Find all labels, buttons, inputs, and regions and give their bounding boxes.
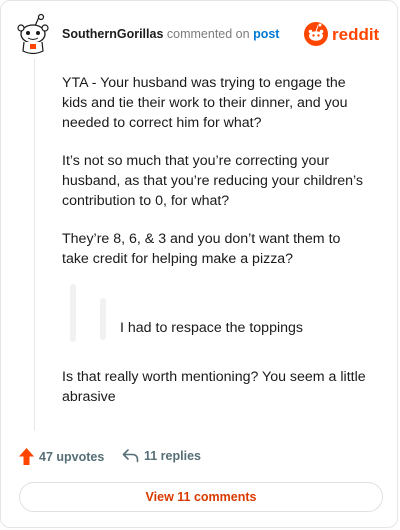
commented-on-text: commented on: [166, 27, 250, 41]
comment-paragraph: They’re 8, 6, & 3 and you don’t want the…: [62, 231, 341, 267]
reddit-logo[interactable]: reddit: [303, 19, 381, 49]
upvote-arrow-icon: [19, 448, 34, 465]
thread-line[interactable]: [34, 59, 35, 431]
view-comments-button[interactable]: View 11 comments: [19, 482, 383, 512]
quote-bar: [70, 284, 76, 342]
comment-header: SouthernGorillas commented on post reddi…: [15, 13, 383, 55]
post-link[interactable]: post: [253, 27, 279, 41]
avatar[interactable]: [15, 13, 53, 57]
comment-paragraph: YTA - Your husband was trying to engage …: [62, 75, 348, 131]
blockquote: I had to respace the toppings: [62, 284, 362, 354]
comment-closing: Is that really worth mentioning? You see…: [62, 369, 366, 405]
comment-paragraph: It’s not so much that you’re correcting …: [62, 153, 364, 209]
comment-meta: SouthernGorillas commented on post: [62, 27, 279, 41]
quote-text: I had to respace the toppings: [120, 320, 303, 336]
replies-count: 11 replies: [144, 448, 201, 463]
comment-body: YTA - Your husband was trying to engage …: [62, 73, 367, 287]
comment-card: SouthernGorillas commented on post reddi…: [0, 0, 398, 528]
reply-arrow-icon: [122, 449, 139, 463]
brand-wordmark: reddit: [332, 25, 380, 44]
replies-button[interactable]: 11 replies: [122, 448, 201, 463]
quote-bar: [100, 298, 106, 340]
username[interactable]: SouthernGorillas: [62, 27, 163, 41]
upvote-count: 47 upvotes: [39, 449, 105, 464]
upvote-button[interactable]: 47 upvotes: [19, 448, 104, 465]
